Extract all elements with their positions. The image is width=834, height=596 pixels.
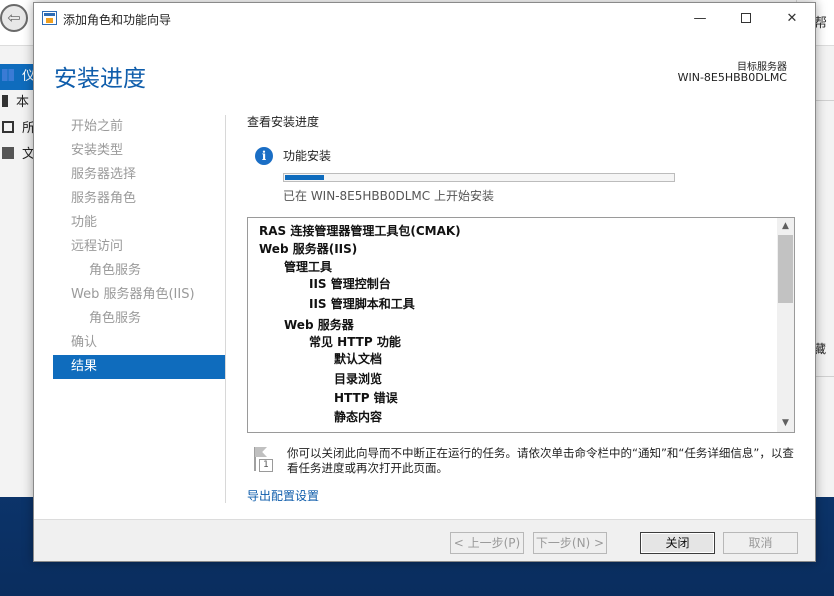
installation-items-list[interactable]: RAS 连接管理器管理工具包(CMAK) Web 服务器(IIS) 管理工具 I… — [247, 217, 795, 433]
notification-flag-icon: 1 — [251, 447, 273, 473]
step-remote-access: 远程访问 — [71, 239, 124, 254]
add-roles-wizard-dialog: 添加角色和功能向导 — ✕ 安装进度 目标服务器 WIN-8E5HBB0DLMC… — [33, 2, 816, 562]
list-item: Web 服务器(IIS) — [259, 242, 358, 256]
progress-fill — [285, 175, 324, 180]
server-icon — [2, 95, 8, 107]
scrollbar-thumb[interactable] — [778, 235, 793, 303]
step-role-services-remote: 角色服务 — [89, 263, 142, 278]
step-installation-type: 安装类型 — [71, 143, 124, 158]
feature-installation-label: 功能安装 — [283, 149, 332, 163]
nav-item-file-services[interactable]: 文 — [0, 142, 34, 168]
step-confirmation: 确认 — [71, 335, 98, 350]
step-features: 功能 — [71, 215, 98, 230]
nav-item-local-server[interactable]: 本 — [0, 90, 34, 116]
list-item: RAS 连接管理器管理工具包(CMAK) — [259, 224, 461, 238]
vertical-scrollbar[interactable]: ▲ ▼ — [777, 218, 794, 432]
list-item: Web 服务器 — [284, 318, 354, 332]
step-role-services-web: 角色服务 — [89, 311, 142, 326]
cancel-button[interactable]: 取消 — [723, 532, 798, 554]
progress-status-text: 已在 WIN-8E5HBB0DLMC 上开始安装 — [283, 189, 494, 203]
list-item: HTTP 错误 — [334, 391, 398, 405]
list-item: 静态内容 — [334, 410, 383, 424]
step-web-server-role: Web 服务器角色(IIS) — [71, 287, 195, 302]
title-bar[interactable]: 添加角色和功能向导 — ✕ — [34, 3, 815, 34]
back-arrow-icon[interactable]: ⇦ — [0, 4, 28, 32]
list-item: IIS 管理控制台 — [309, 277, 391, 291]
export-configuration-link[interactable]: 导出配置设置 — [247, 487, 319, 504]
list-item: 目录浏览 — [334, 372, 383, 386]
minimize-button[interactable]: — — [677, 3, 723, 34]
wizard-steps: 开始之前 安装类型 服务器选择 服务器角色 功能 远程访问 角色服务 Web 服… — [53, 115, 225, 379]
page-title: 安装进度 — [54, 66, 146, 92]
nav-item-dashboard[interactable]: 仪 — [0, 64, 34, 90]
list-item: 常见 HTTP 功能 — [309, 335, 401, 349]
info-note-text: 你可以关闭此向导而不中断正在运行的任务。请依次单击命令栏中的“通知”和“任务详细… — [287, 446, 794, 475]
list-item: 管理工具 — [284, 260, 333, 274]
step-server-selection: 服务器选择 — [71, 167, 137, 182]
scroll-up-icon[interactable]: ▲ — [777, 218, 794, 235]
maximize-button[interactable] — [723, 3, 769, 34]
step-before-you-begin: 开始之前 — [71, 119, 124, 134]
next-button[interactable]: 下一步(N) > — [533, 532, 607, 554]
section-title: 查看安装进度 — [247, 115, 320, 129]
file-services-icon — [2, 147, 14, 159]
dialog-footer: < 上一步(P) 下一步(N) > 关闭 取消 — [34, 519, 815, 561]
nav-item-all-servers[interactable]: 所 — [0, 116, 34, 142]
scroll-down-icon[interactable]: ▼ — [777, 415, 794, 432]
steps-divider — [225, 115, 226, 503]
dashboard-icon — [2, 69, 14, 81]
info-icon: i — [255, 147, 273, 165]
destination-server-name: WIN-8E5HBB0DLMC — [677, 71, 787, 84]
notification-count: 1 — [259, 459, 273, 472]
server-manager-nav: 仪 本 所 文 — [0, 64, 34, 168]
servers-icon — [2, 121, 14, 133]
close-window-button[interactable]: ✕ — [769, 3, 815, 34]
step-server-roles: 服务器角色 — [71, 191, 137, 206]
server-manager-app-icon — [42, 11, 57, 25]
maximize-icon — [741, 13, 751, 23]
list-item: IIS 管理脚本和工具 — [309, 297, 415, 311]
close-button[interactable]: 关闭 — [640, 532, 715, 554]
install-progress-bar — [283, 173, 675, 182]
step-results[interactable]: 结果 — [53, 355, 225, 379]
list-item: 默认文档 — [334, 352, 383, 366]
previous-button[interactable]: < 上一步(P) — [450, 532, 524, 554]
window-title: 添加角色和功能向导 — [63, 13, 172, 27]
